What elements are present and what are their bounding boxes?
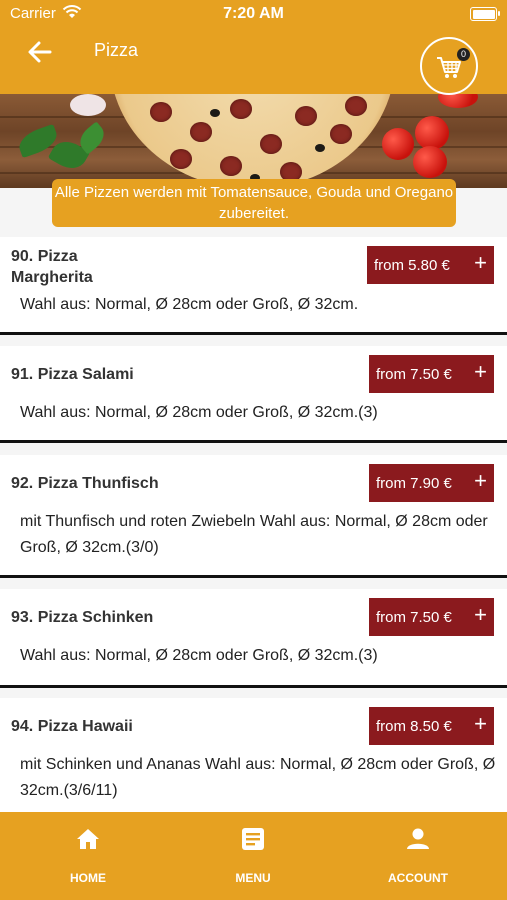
account-icon: [407, 828, 429, 849]
bottom-navigation: HOME MENU ACCOUNT: [0, 812, 507, 900]
item-price: from 7.50 €: [376, 609, 452, 626]
tab-home-label: HOME: [70, 871, 106, 885]
menu-notice: Alle Pizzen werden mit Tomatensauce, Gou…: [52, 179, 456, 227]
item-description: Wahl aus: Normal, Ø 28cm oder Groß, Ø 32…: [20, 296, 359, 313]
item-price: from 8.50 €: [376, 718, 452, 735]
item-description: mit Thunfisch und roten Zwiebeln Wahl au…: [20, 513, 488, 556]
tab-home[interactable]: HOME: [28, 812, 148, 900]
item-description: Wahl aus: Normal, Ø 28cm oder Groß, Ø 32…: [20, 647, 378, 664]
item-name: 93. Pizza Schinken: [11, 609, 154, 626]
menu-item-card: 91. Pizza Salami from 7.50 € + Wahl aus:…: [0, 346, 507, 443]
cart-count-badge: 0: [457, 48, 470, 61]
home-icon: [77, 829, 99, 849]
plus-icon: +: [474, 711, 487, 736]
cart-button[interactable]: 0: [420, 37, 478, 95]
plus-icon: +: [474, 250, 487, 275]
add-to-cart-button[interactable]: from 7.50 € +: [369, 355, 494, 393]
back-button[interactable]: [24, 38, 56, 66]
plus-icon: +: [474, 602, 487, 627]
status-bar: Carrier 7:20 AM: [0, 0, 507, 28]
add-to-cart-button[interactable]: from 5.80 € +: [367, 246, 494, 284]
item-name: 90. Pizza Margherita: [11, 248, 93, 286]
plus-icon: +: [474, 468, 487, 493]
battery-icon: [470, 7, 500, 21]
clock: 7:20 AM: [223, 5, 284, 22]
item-name: 92. Pizza Thunfisch: [11, 475, 159, 492]
item-name: 91. Pizza Salami: [11, 366, 134, 383]
add-to-cart-button[interactable]: from 7.90 € +: [369, 464, 494, 502]
menu-item-card: 90. Pizza Margherita from 5.80 € + Wahl …: [0, 237, 507, 335]
add-to-cart-button[interactable]: from 7.50 € +: [369, 598, 494, 636]
tab-account-label: ACCOUNT: [388, 871, 448, 885]
menu-item-card: 93. Pizza Schinken from 7.50 € + Wahl au…: [0, 589, 507, 688]
category-banner-image: [0, 94, 507, 188]
menu-icon: [242, 828, 264, 850]
item-price: from 7.90 €: [376, 475, 452, 492]
menu-item-card: 94. Pizza Hawaii from 8.50 € + mit Schin…: [0, 698, 507, 812]
item-description: mit Schinken und Ananas Wahl aus: Normal…: [20, 756, 496, 799]
menu-item-card: 92. Pizza Thunfisch from 7.90 € + mit Th…: [0, 455, 507, 578]
plus-icon: +: [474, 359, 487, 384]
app-bar: Pizza 0: [0, 28, 507, 95]
tab-menu-label: MENU: [235, 871, 271, 885]
tab-account[interactable]: ACCOUNT: [358, 812, 478, 900]
add-to-cart-button[interactable]: from 8.50 € +: [369, 707, 494, 745]
item-price: from 7.50 €: [376, 366, 452, 383]
item-name: 94. Pizza Hawaii: [11, 718, 133, 735]
shopping-cart-icon: [437, 57, 461, 78]
arrow-left-icon: [28, 41, 52, 63]
page-title: Pizza: [94, 40, 139, 60]
item-price: from 5.80 €: [374, 257, 450, 274]
item-description: Wahl aus: Normal, Ø 28cm oder Groß, Ø 32…: [20, 404, 378, 421]
tab-menu[interactable]: MENU: [193, 812, 313, 900]
